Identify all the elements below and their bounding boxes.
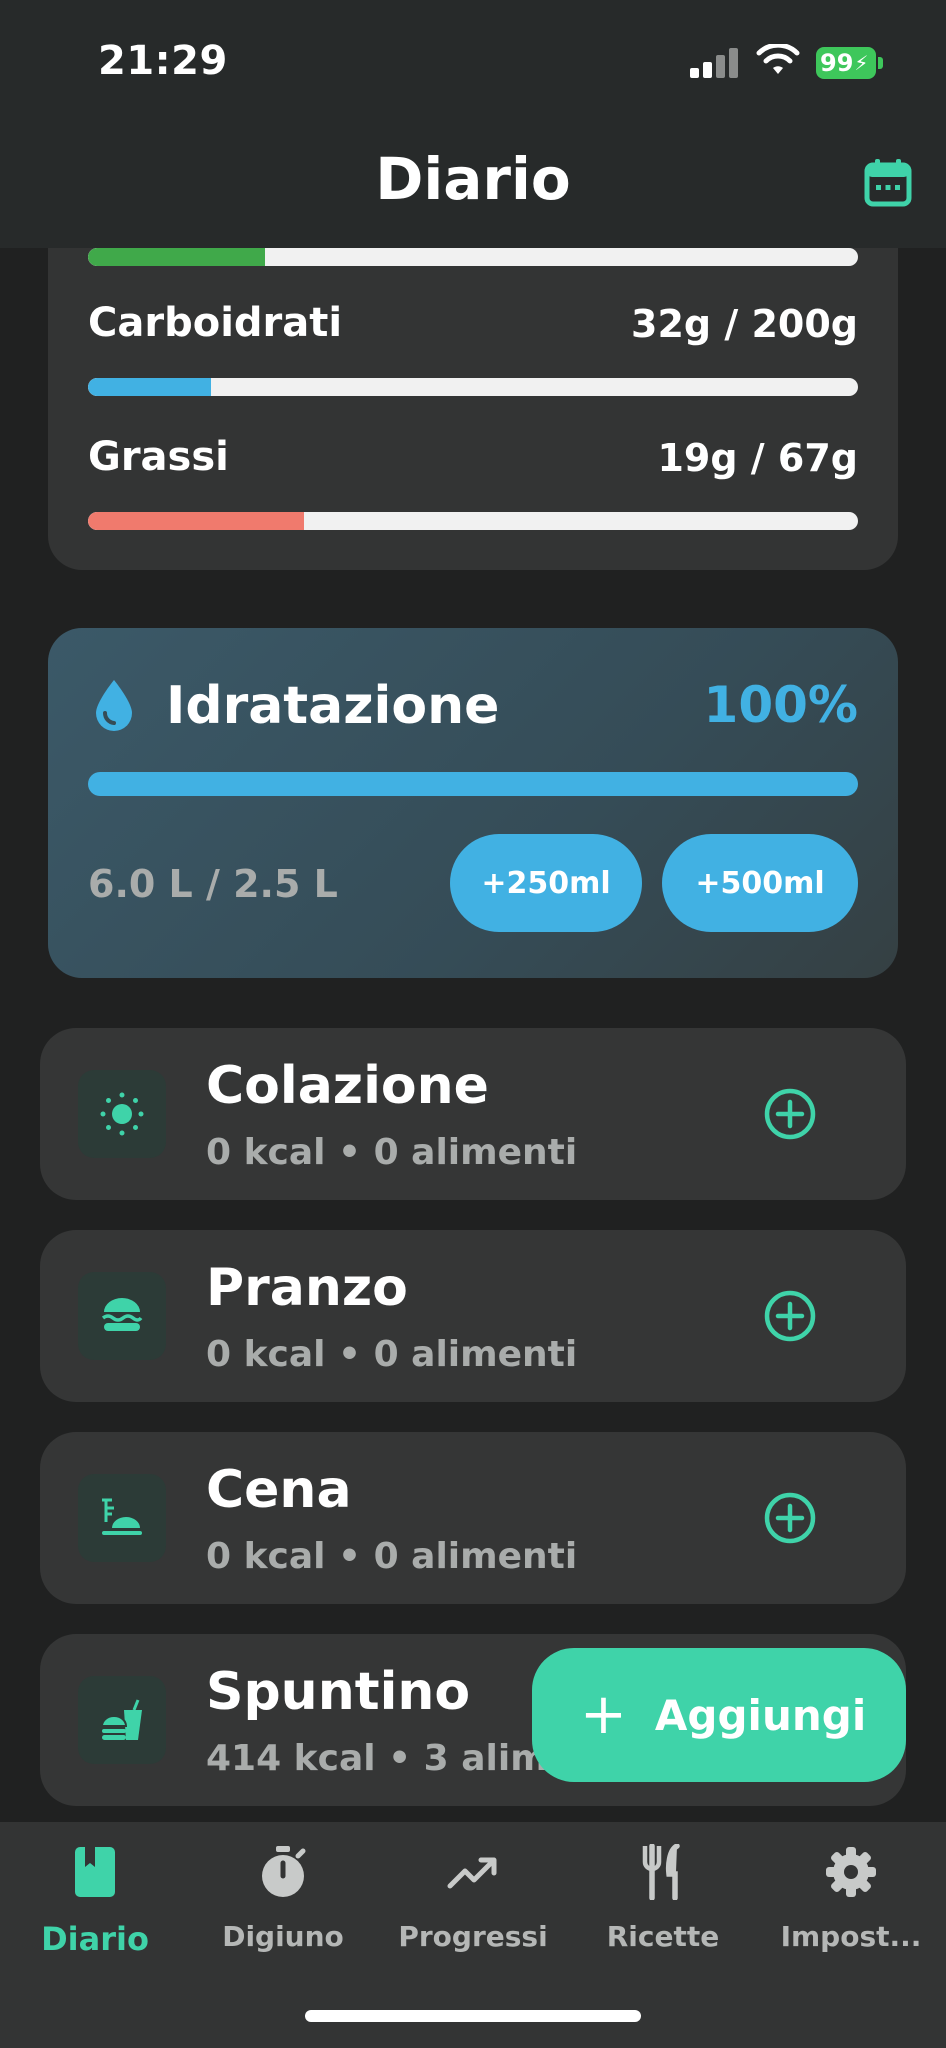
add-circle-icon[interactable] [764,1088,816,1140]
carbs-progress-fill [88,378,212,396]
meal-card-colazione[interactable]: Colazione 0 kcal • 0 alimenti [40,1028,906,1200]
add-circle-icon[interactable] [764,1290,816,1342]
tab-label: Ricette [606,1920,720,1953]
protein-progress-bar [88,248,858,266]
sun-icon [100,1092,144,1136]
fats-value: 19g / 67g [657,436,858,480]
status-time: 21:29 [98,38,228,84]
wifi-icon [756,44,800,74]
meal-name: Pranzo [206,1258,408,1318]
fats-progress-bar [88,512,858,530]
stopwatch-icon [262,1846,306,1897]
meal-name: Cena [206,1460,352,1520]
tab-ricette[interactable]: Ricette [568,1842,758,1953]
snack-icon [100,1699,142,1740]
add-food-button[interactable]: + Aggiungi [532,1648,906,1782]
battery-level: 99 [820,49,854,77]
calendar-icon[interactable] [864,157,912,207]
tab-progressi[interactable]: Progressi [378,1842,568,1953]
meal-icon-box [78,1474,166,1562]
page-title: Diario [375,145,571,213]
tab-label: Diario [41,1920,149,1958]
water-drop-icon [96,680,132,731]
dinner-icon [102,1498,142,1535]
battery-icon: 99 ⚡ [816,47,876,79]
tab-digiuno[interactable]: Digiuno [188,1842,378,1953]
meal-summary: 0 kcal • 0 alimenti [206,1334,578,1375]
utensils-icon [642,1844,680,1900]
tab-label: Progressi [398,1920,548,1953]
add-food-label: Aggiungi [654,1690,867,1740]
trending-up-icon [447,1857,497,1889]
meal-card-cena[interactable]: Cena 0 kcal • 0 alimenti [40,1432,906,1604]
carbs-progress-bar [88,378,858,396]
tab-impostazioni[interactable]: Impost... [756,1842,946,1953]
add-500ml-button[interactable]: +500ml [662,834,858,932]
hydration-percent: 100% [703,676,858,734]
meal-card-pranzo[interactable]: Pranzo 0 kcal • 0 alimenti [40,1230,906,1402]
home-indicator [305,2010,641,2022]
gear-icon [826,1847,876,1897]
header: 21:29 99 ⚡ Diario [0,0,946,248]
hydration-title: Idratazione [166,676,500,736]
protein-progress-fill [88,248,266,266]
meal-icon-box [78,1676,166,1764]
fats-label: Grassi [88,434,229,480]
meal-icon-box [78,1272,166,1360]
meal-summary: 0 kcal • 0 alimenti [206,1132,578,1173]
burger-icon [101,1298,143,1331]
book-icon [75,1847,115,1897]
hydration-amount: 6.0 L / 2.5 L [88,862,338,906]
fats-progress-fill [88,512,304,530]
tab-label: Impost... [780,1920,922,1953]
meal-summary: 0 kcal • 0 alimenti [206,1536,578,1577]
signal-icon [690,48,740,78]
hydration-card: Idratazione 100% 6.0 L / 2.5 L +250ml +5… [48,628,898,978]
add-250ml-button[interactable]: +250ml [450,834,642,932]
tab-label: Digiuno [222,1920,344,1953]
carbs-label: Carboidrati [88,300,343,346]
meal-icon-box [78,1070,166,1158]
hydration-progress-bar [88,772,858,796]
carbs-value: 32g / 200g [631,302,858,346]
add-circle-icon[interactable] [764,1492,816,1544]
tab-diario[interactable]: Diario [0,1842,190,1958]
meal-name: Spuntino [206,1662,471,1722]
plus-icon: + [580,1682,627,1747]
meal-name: Colazione [206,1056,489,1116]
